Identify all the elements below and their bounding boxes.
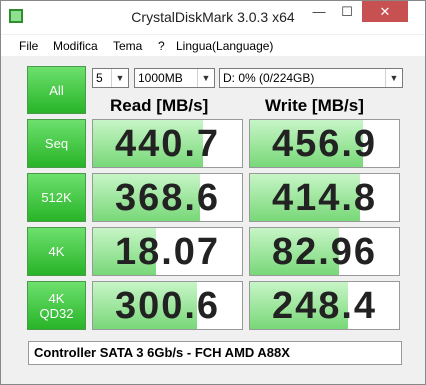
title-bar[interactable]: CrystalDiskMark 3.0.3 x64 — ☐ ✕ xyxy=(1,1,425,34)
minimize-icon[interactable]: — xyxy=(306,1,332,22)
menu-language[interactable]: Lingua(Language) xyxy=(176,39,273,53)
4k-qd32-write-value: 248.4 xyxy=(271,285,378,327)
512k-write-result: 414.8 xyxy=(249,173,400,222)
4k-qd32-write-result: 248.4 xyxy=(249,281,400,330)
chevron-down-icon: ▼ xyxy=(197,69,214,87)
seq-read-value: 440.7 xyxy=(114,123,221,165)
read-header: Read [MB/s] xyxy=(110,96,209,115)
4k-read-result: 18.07 xyxy=(92,227,243,276)
menu-help[interactable]: ? xyxy=(158,39,165,53)
close-icon[interactable]: ✕ xyxy=(362,1,408,22)
size-value: 1000MB xyxy=(138,71,183,85)
4k-write-value: 82.96 xyxy=(271,231,378,273)
seq-write-result: 456.9 xyxy=(249,119,400,168)
menu-file[interactable]: File xyxy=(19,39,38,53)
512k-test-button[interactable]: 512K xyxy=(27,173,86,222)
512k-read-result: 368.6 xyxy=(92,173,243,222)
drive-select[interactable]: D: 0% (0/224GB) ▼ xyxy=(219,68,403,88)
seq-write-value: 456.9 xyxy=(271,123,378,165)
all-button[interactable]: All xyxy=(27,66,86,114)
drive-value: D: 0% (0/224GB) xyxy=(223,71,315,85)
4k-read-value: 18.07 xyxy=(114,231,221,273)
write-header: Write [MB/s] xyxy=(265,96,364,115)
4k-test-button[interactable]: 4K xyxy=(27,227,86,276)
4k-qd32-read-value: 300.6 xyxy=(114,285,221,327)
menu-bar: File Modifica Tema ? Lingua(Language) xyxy=(1,35,425,56)
runs-value: 5 xyxy=(96,71,103,85)
menu-modifica[interactable]: Modifica xyxy=(53,39,98,53)
4k-qd32-read-result: 300.6 xyxy=(92,281,243,330)
4k-write-result: 82.96 xyxy=(249,227,400,276)
menu-tema[interactable]: Tema xyxy=(113,39,142,53)
main-panel: All 5 ▼ 1000MB ▼ D: 0% (0/224GB) ▼ Read … xyxy=(8,56,418,376)
status-bar: Controller SATA 3 6Gb/s - FCH AMD A88X xyxy=(28,341,402,365)
chevron-down-icon: ▼ xyxy=(385,69,402,87)
seq-test-button[interactable]: Seq xyxy=(27,119,86,168)
app-window: CrystalDiskMark 3.0.3 x64 — ☐ ✕ File Mod… xyxy=(0,0,426,385)
size-select[interactable]: 1000MB ▼ xyxy=(134,68,215,88)
4k-qd32-test-button[interactable]: 4K QD32 xyxy=(27,281,86,330)
512k-read-value: 368.6 xyxy=(114,177,221,219)
seq-read-result: 440.7 xyxy=(92,119,243,168)
runs-select[interactable]: 5 ▼ xyxy=(92,68,129,88)
chevron-down-icon: ▼ xyxy=(111,69,128,87)
maximize-icon[interactable]: ☐ xyxy=(334,1,360,22)
512k-write-value: 414.8 xyxy=(271,177,378,219)
